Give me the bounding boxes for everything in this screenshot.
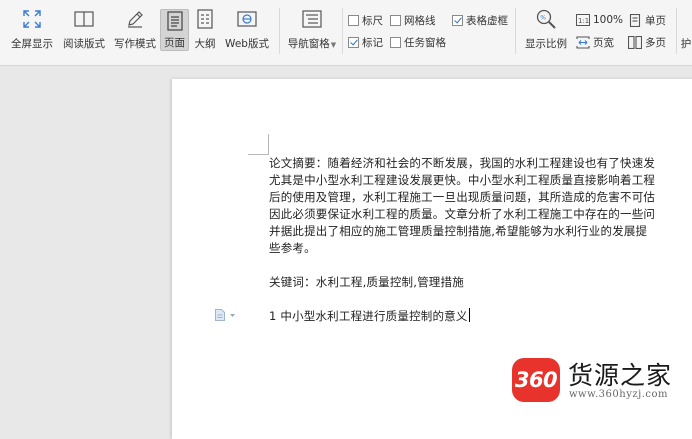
keywords-line[interactable]: 关键词：水利工程,质量控制,管理措施: [269, 274, 464, 290]
zoom-ratio-label: 显示比例: [525, 38, 567, 50]
nav-pane-icon: [301, 8, 323, 30]
toolbar-divider: [676, 8, 677, 54]
table-gridlines-label: 表格虚框: [466, 14, 508, 27]
writing-mode-button[interactable]: 写作模式: [111, 8, 159, 54]
margin-corner-mark: [248, 154, 268, 155]
view-toolbar: 全屏显示 阅读版式 写作模式 页面 大纲 Web版式 导航窗格▼ 标尺 网格线 …: [0, 0, 692, 66]
gridlines-label: 网格线: [404, 14, 436, 27]
outline-view-button[interactable]: 大纲: [191, 8, 219, 54]
watermark-badge: 360: [512, 358, 560, 402]
protect-icon: [680, 8, 692, 30]
heading-text: 1 中小型水利工程进行质量控制的意义: [269, 309, 468, 323]
fullscreen-label: 全屏显示: [11, 38, 53, 50]
svg-text:%: %: [540, 15, 546, 22]
reading-mode-label: 阅读版式: [63, 38, 105, 50]
toolbar-divider: [279, 8, 280, 54]
ruler-checkbox[interactable]: 标尺: [348, 12, 383, 28]
gridlines-checkbox[interactable]: 网格线: [390, 12, 436, 28]
abstract-line[interactable]: 后的使用及管理，水利工程施工一旦出现质量问题，其所造成的危害不可估: [269, 189, 655, 205]
multi-page-button[interactable]: 多页: [628, 34, 666, 50]
outline-icon: [194, 8, 216, 30]
ruler-checkbox-box: [348, 14, 359, 26]
single-page-label: 单页: [645, 14, 666, 27]
margin-corner-mark: [268, 134, 269, 155]
abstract-line[interactable]: 并据此提出了相应的施工管理质量控制措施,希望能够为水利行业的发展提: [269, 223, 647, 239]
fullscreen-button[interactable]: 全屏显示: [8, 8, 56, 54]
chevron-down-icon: ▼: [330, 41, 337, 49]
page-view-label: 页面: [164, 37, 185, 49]
watermark-title: 货源之家: [568, 361, 673, 390]
magnifier-icon: %: [535, 8, 557, 30]
zoom-value: 100%: [593, 14, 624, 26]
ruler-label: 标尺: [362, 14, 383, 27]
abstract-line[interactable]: 因此必须要保证水利工程的质量。文章分析了水利工程施工中存在的一些问: [269, 206, 655, 222]
page-view-button[interactable]: 页面: [160, 9, 189, 51]
nav-pane-button[interactable]: 导航窗格▼: [284, 8, 340, 54]
table-gridlines-checkbox-box: [452, 14, 463, 26]
more-button[interactable]: 护: [680, 8, 692, 54]
abstract-line[interactable]: 些参考。: [269, 240, 316, 256]
web-view-label: Web版式: [225, 38, 269, 50]
paragraph-handle[interactable]: [214, 308, 236, 322]
more-label: 护: [680, 38, 692, 50]
zoom-ratio-button[interactable]: % 显示比例: [523, 8, 569, 54]
single-page-button[interactable]: 单页: [628, 12, 666, 28]
text-cursor: [468, 308, 470, 322]
task-pane-label: 任务窗格: [404, 36, 446, 49]
svg-text:1:1: 1:1: [578, 17, 589, 25]
table-gridlines-checkbox[interactable]: 表格虚框: [452, 12, 508, 28]
fullscreen-icon: [21, 8, 43, 30]
page-icon: [164, 10, 186, 31]
page-width-button[interactable]: 页宽: [576, 34, 614, 50]
heading-line[interactable]: 1 中小型水利工程进行质量控制的意义: [269, 308, 470, 324]
paragraph-icon: [215, 309, 235, 321]
web-view-button[interactable]: Web版式: [222, 8, 272, 54]
marks-checkbox[interactable]: 标记: [348, 34, 383, 50]
watermark-logo: 360 货源之家 www.360hyzj.com: [512, 354, 692, 410]
page-width-label: 页宽: [593, 36, 614, 49]
nav-pane-label: 导航窗格▼: [288, 36, 336, 51]
pen-icon: [124, 8, 146, 30]
marks-label: 标记: [362, 36, 383, 49]
multi-page-icon: [628, 35, 642, 49]
single-page-icon: [628, 13, 642, 27]
page-width-icon: [576, 35, 590, 49]
nav-pane-text: 导航窗格: [287, 38, 330, 50]
outline-view-label: 大纲: [194, 38, 216, 50]
zoom-100-button[interactable]: 1:1 100%: [576, 12, 623, 28]
watermark-url: www.360hyzj.com: [569, 389, 668, 400]
toolbar-divider: [515, 8, 516, 54]
web-layout-icon: [236, 8, 258, 30]
task-pane-checkbox-box: [390, 36, 401, 48]
gridlines-checkbox-box: [390, 14, 401, 26]
multi-page-label: 多页: [645, 36, 666, 49]
marks-checkbox-box: [348, 36, 359, 48]
zoom-100-icon: 1:1: [576, 14, 590, 27]
writing-mode-label: 写作模式: [114, 38, 156, 50]
toolbar-divider: [342, 8, 343, 54]
abstract-line[interactable]: 论文摘要：随着经济和社会的不断发展，我国的水利工程建设也有了快速发: [269, 155, 655, 171]
book-icon: [73, 8, 95, 30]
reading-mode-button[interactable]: 阅读版式: [60, 8, 108, 54]
abstract-line[interactable]: 尤其是中小型水利工程建设发展更快。中小型水利工程质量直接影响着工程: [269, 172, 655, 188]
task-pane-checkbox[interactable]: 任务窗格: [390, 34, 446, 50]
